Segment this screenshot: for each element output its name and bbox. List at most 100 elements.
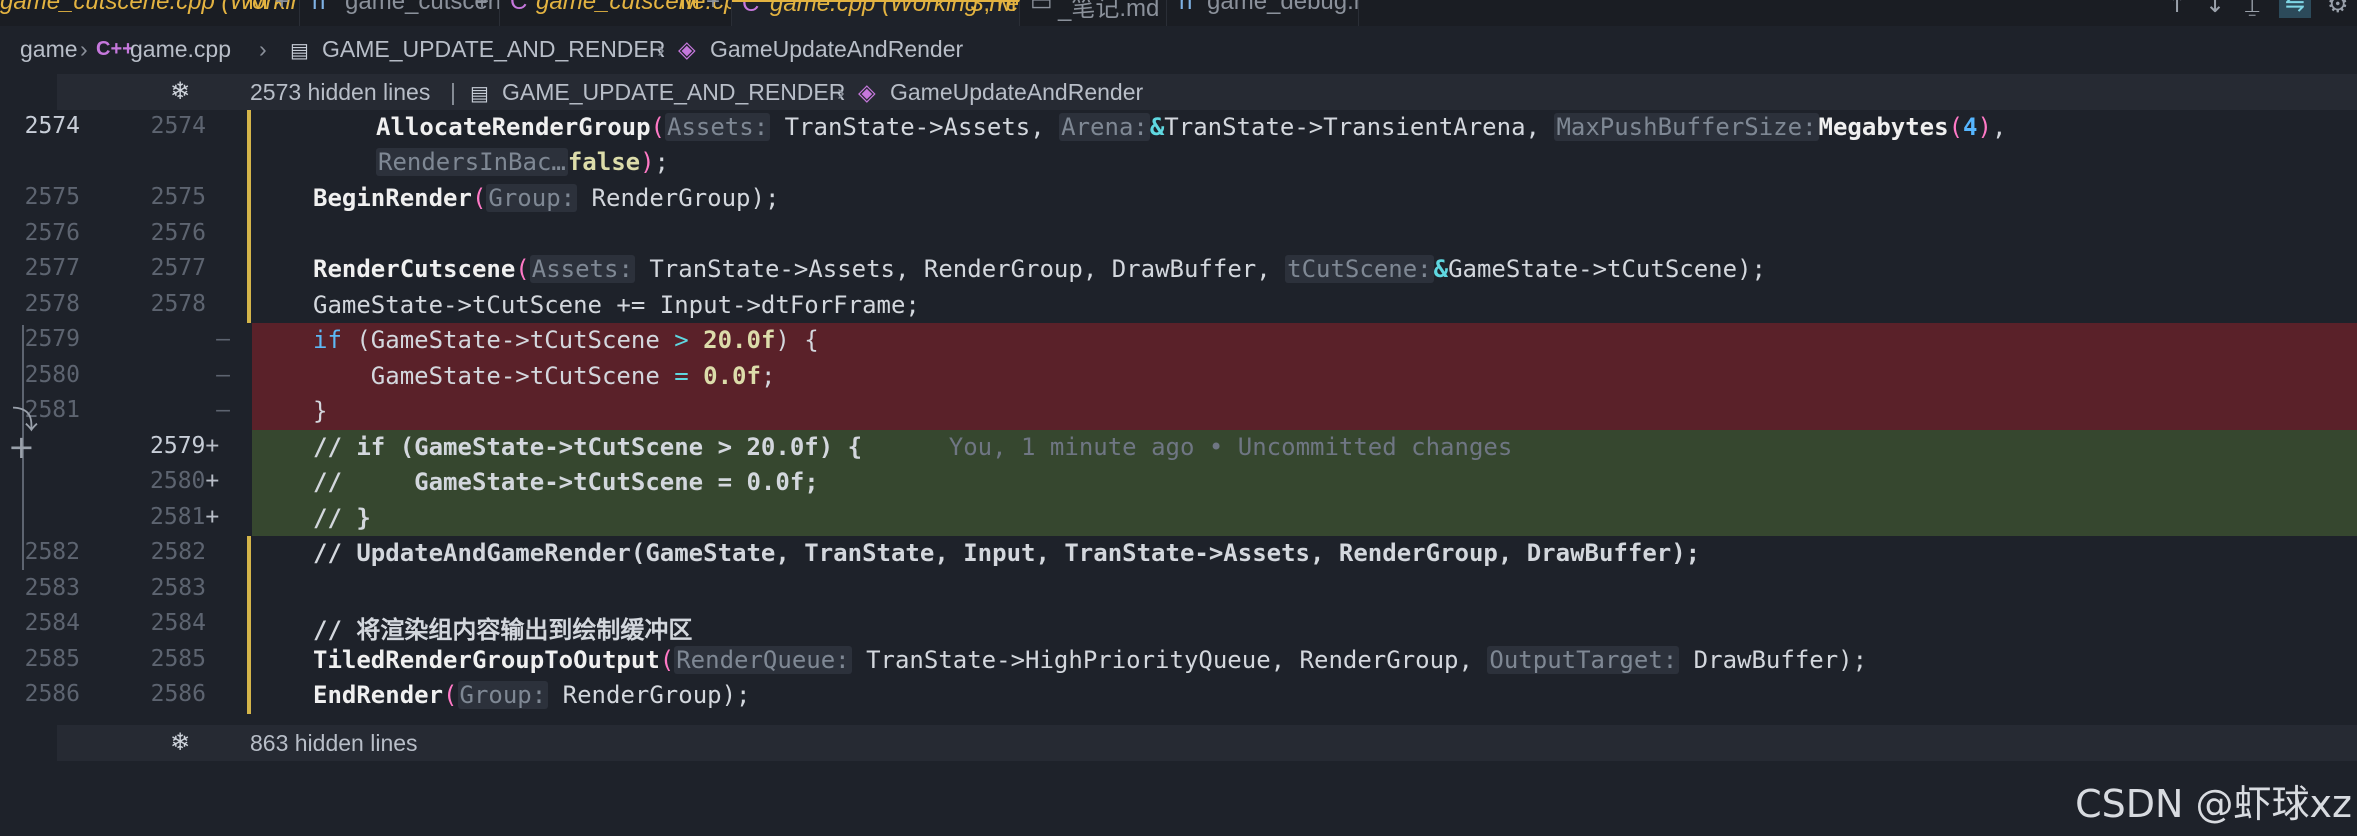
code-line: 2586 2586 EndRender(Group: RenderGroup); (0, 678, 2357, 714)
watermark: CSDN @虾球xz (2075, 782, 2352, 826)
hidden-lines-top[interactable]: ❄ 2573 hidden lines | ▤ GAME_UPDATE_AND_… (57, 74, 2357, 110)
line-number-original: 2576 (24, 219, 80, 246)
added-line: 2579+ // if (GameState->tCutScene > 20.0… (0, 429, 2357, 465)
added-line: 2581+ // } (0, 500, 2357, 536)
line-number-modified: 2585 (150, 645, 206, 672)
line-number-modified: 2583 (150, 574, 206, 601)
chevron-right-icon: › (837, 79, 845, 105)
next-change-icon[interactable]: ↓ (2205, 0, 2225, 18)
stage-change-icon[interactable]: + (8, 428, 35, 466)
revert-icon[interactable]: ⍊ (2245, 0, 2259, 18)
deleted-marker: — (216, 361, 230, 388)
line-number-original: 2578 (24, 290, 80, 317)
line-number-original: 2583 (24, 574, 80, 601)
code-text: // if (GameState->tCutScene > 20.0f) { Y… (313, 432, 1513, 461)
hidden-lines-label: 863 hidden lines (250, 730, 418, 756)
unfold-icon[interactable]: ❄ (170, 77, 190, 105)
line-number-modified: 2578 (150, 290, 206, 317)
code-text-wrapped: RendersInBac…false); (376, 148, 669, 176)
git-blame-annotation: You, 1 minute ago • Uncommitted changes (948, 432, 1513, 461)
modified-gutter-bar (247, 110, 251, 181)
toggle-inline-diff-icon[interactable]: ⇋ (2279, 0, 2312, 18)
code-text: // } (313, 503, 371, 532)
line-number-original: 2575 (24, 184, 80, 210)
deleted-marker: — (216, 326, 230, 352)
header-file-icon: h (312, 0, 326, 15)
function-cube-icon: ◈ (858, 79, 876, 105)
chevron-right-icon: › (657, 36, 665, 62)
cpp-file-icon: C++ (96, 38, 134, 60)
breadcrumb-file[interactable]: game.cpp (130, 36, 231, 63)
namespace-icon: ▤ (290, 40, 309, 62)
chevron-right-icon: › (259, 36, 267, 62)
chevron-right-icon: › (80, 36, 88, 62)
unfold-icon[interactable]: ❄ (170, 728, 190, 756)
code-line: 2576 2576 (0, 216, 2357, 252)
cpp-file-icon: C (510, 0, 528, 15)
modified-gutter-bar (247, 571, 251, 607)
diff-editor[interactable]: 2574 2574 AllocateRenderGroup(Assets: Tr… (0, 110, 2357, 720)
previous-change-icon[interactable]: ↑ (2167, 0, 2187, 18)
code-line: 2585 2585 TiledRenderGroupToOutput(Rende… (0, 642, 2357, 678)
modified-gutter-bar (247, 642, 251, 678)
code-text: RenderCutscene(Assets: TranState->Assets… (313, 255, 1766, 283)
tab-game-cutscene-cpp[interactable]: C game_cutscene.cpp M + (500, 0, 732, 26)
hidden-lines-bottom[interactable]: ❄ 863 hidden lines (57, 725, 2357, 761)
more-actions-icon[interactable]: ⚙ (2327, 0, 2349, 18)
tab-modified-flag: M (248, 0, 268, 15)
line-number-original: 2580 (24, 361, 80, 388)
line-number-original: 2574 (24, 113, 80, 139)
modified-gutter-bar (247, 536, 251, 572)
tab-game-debug-h[interactable]: h game_debug.h (1167, 0, 1359, 26)
editor-tab-bar: game_cutscene.cpp (Working Tree) M + h g… (0, 0, 2357, 26)
function-cube-icon: ◈ (678, 36, 696, 62)
code-text: } (313, 397, 328, 425)
code-line: 2574 2574 AllocateRenderGroup(Assets: Tr… (0, 110, 2357, 181)
code-line: 2578 2578 GameState->tCutScene += Input-… (0, 287, 2357, 323)
deleted-line: 2581 — } (0, 394, 2357, 430)
tab-label: game_debug.h (1207, 0, 1359, 15)
editor-actions: ↑ ↓ ⍊ ⇋ ⚙ (2137, 0, 2357, 26)
line-number-modified: 2582 (150, 539, 206, 565)
code-line: 2577 2577 RenderCutscene(Assets: TranSta… (0, 252, 2357, 288)
modified-gutter-bar (247, 678, 251, 714)
code-text: AllocateRenderGroup(Assets: TranState->A… (376, 113, 2007, 141)
code-text: BeginRender(Group: RenderGroup); (313, 184, 780, 212)
tab-notes-md[interactable]: ▭ _笔记.md (1020, 0, 1167, 26)
line-number-original: 2579 (24, 326, 80, 352)
tab-add-icon[interactable]: + (475, 0, 489, 16)
code-line: 2582 2582 // UpdateAndGameRender(GameSta… (0, 536, 2357, 572)
modified-gutter-bar (247, 607, 251, 643)
tab-modified-flag: 3, M (970, 0, 1017, 17)
deleted-line: 2580 — GameState->tCutScene = 0.0f; (0, 358, 2357, 394)
tab-add-icon[interactable]: + (706, 0, 720, 16)
code-text: EndRender(Group: RenderGroup); (313, 681, 751, 709)
breadcrumb-folder[interactable]: game (20, 36, 78, 63)
breadcrumb-namespace[interactable]: GAME_UPDATE_AND_RENDER (322, 36, 665, 63)
code-text: // UpdateAndGameRender(GameState, TranSt… (313, 539, 1701, 567)
line-number-modified: 2579+ (150, 432, 220, 459)
code-text: // GameState->tCutScene = 0.0f; (313, 468, 819, 496)
line-number-original: 2577 (24, 255, 80, 281)
line-number-original: 2584 (24, 610, 80, 636)
line-number-modified: 2584 (150, 610, 206, 636)
markdown-file-icon: ▭ (1030, 0, 1053, 16)
hidden-lines-function[interactable]: GameUpdateAndRender (890, 79, 1143, 106)
tab-game-cpp-working-tree[interactable]: C game.cpp (Working Tree) 3, M (732, 0, 1020, 26)
breadcrumb-function[interactable]: GameUpdateAndRender (710, 36, 963, 63)
code-line: 2584 2584 // 将渲染组内容输出到绘制缓冲区 (0, 607, 2357, 644)
tab-add-icon[interactable]: + (275, 0, 289, 16)
tab-game-cutscene-working-tree[interactable]: game_cutscene.cpp (Working Tree) M + (0, 0, 300, 26)
line-number-modified: 2586 (150, 681, 206, 707)
namespace-icon: ▤ (470, 83, 489, 105)
separator: | (450, 79, 456, 105)
hidden-lines-namespace[interactable]: GAME_UPDATE_AND_RENDER (502, 79, 845, 106)
code-text: // 将渲染组内容输出到绘制缓冲区 (313, 616, 693, 644)
modified-gutter-bar (247, 181, 251, 217)
code-line: 2583 2583 (0, 571, 2357, 607)
tab-game-cutscene-h[interactable]: h game_cutscene.h + (300, 0, 500, 26)
code-text: GameState->tCutScene += Input->dtForFram… (313, 290, 920, 319)
modified-gutter-bar (247, 252, 251, 288)
line-number-modified: 2576 (150, 219, 206, 246)
header-file-icon: h (1179, 0, 1193, 15)
